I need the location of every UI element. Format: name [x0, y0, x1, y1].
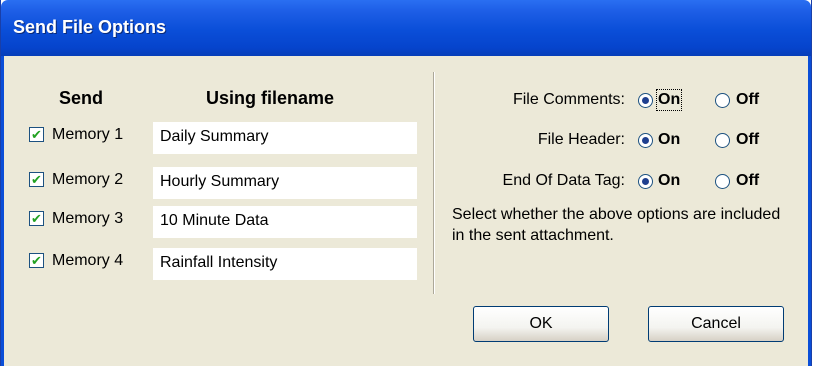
memory-1-checkbox[interactable]: ✔: [29, 127, 44, 142]
memory-4-label: Memory 4: [52, 252, 124, 269]
memory-1-label: Memory 1: [52, 126, 124, 143]
cancel-button[interactable]: Cancel: [648, 306, 784, 342]
file-comments-on-label[interactable]: On: [655, 89, 683, 111]
memory-4-checkbox[interactable]: ✔: [29, 253, 44, 268]
memory-1-filename-field[interactable]: Daily Summary: [153, 122, 417, 154]
ok-button[interactable]: OK: [473, 306, 609, 342]
file-comments-on-radio[interactable]: [638, 93, 653, 108]
send-file-options-dialog: Send File Options Send Using filename ✔ …: [0, 0, 812, 366]
memory-3-checkbox[interactable]: ✔: [29, 211, 44, 226]
dialog-title: Send File Options: [13, 17, 167, 37]
end-of-data-tag-on-radio[interactable]: [638, 174, 653, 189]
memory-3-label: Memory 3: [52, 210, 124, 227]
memory-2-filename-field[interactable]: Hourly Summary: [153, 167, 417, 199]
filename-column-header: Using filename: [206, 88, 335, 108]
memory-4-filename-field[interactable]: Rainfall Intensity: [153, 248, 417, 280]
memory-2-label: Memory 2: [52, 171, 124, 188]
memory-3-filename-field[interactable]: 10 Minute Data: [153, 206, 417, 238]
file-header-off-radio[interactable]: [715, 133, 730, 148]
file-header-off-label[interactable]: Off: [736, 131, 759, 149]
title-bar[interactable]: Send File Options: [1, 0, 811, 56]
send-column-header: Send: [59, 88, 104, 108]
end-of-data-tag-on-label[interactable]: On: [658, 172, 680, 190]
end-of-data-tag-off-label[interactable]: Off: [736, 172, 759, 190]
end-of-data-tag-label: End Of Data Tag:: [502, 172, 625, 189]
file-header-on-radio[interactable]: [638, 133, 653, 148]
end-of-data-tag-off-radio[interactable]: [715, 174, 730, 189]
options-help-text: Select whether the above options are inc…: [452, 206, 781, 244]
file-header-on-label[interactable]: On: [658, 131, 680, 149]
memory-2-checkbox[interactable]: ✔: [29, 172, 44, 187]
file-comments-off-radio[interactable]: [715, 93, 730, 108]
file-comments-off-label[interactable]: Off: [736, 91, 759, 109]
file-header-label: File Header:: [537, 131, 625, 148]
file-comments-label: File Comments:: [512, 91, 625, 108]
